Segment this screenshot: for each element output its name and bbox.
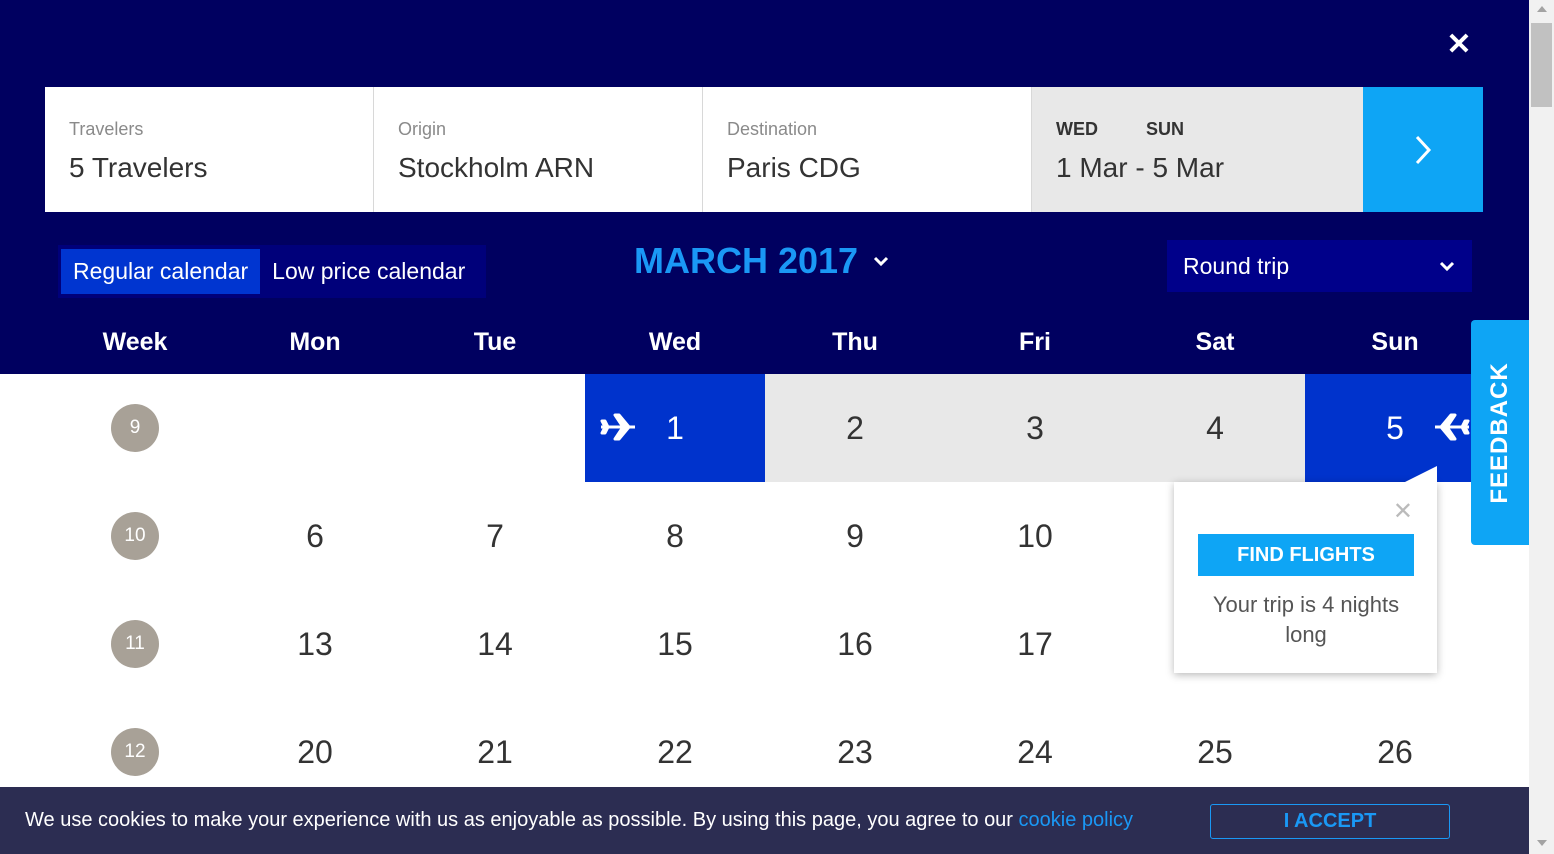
scrollbar-thumb[interactable]	[1531, 23, 1552, 107]
header-mon: Mon	[289, 328, 341, 356]
week-number: 12	[111, 728, 159, 776]
month-title: MARCH 2017	[634, 240, 859, 281]
header-fri: Fri	[1019, 328, 1051, 356]
plane-return-icon	[1435, 413, 1470, 441]
scroll-down-icon[interactable]	[1537, 840, 1547, 846]
regular-calendar-tab[interactable]: Regular calendar	[61, 249, 261, 294]
day-cell-return[interactable]: 5	[1305, 374, 1485, 482]
trip-type-value: Round trip	[1183, 252, 1290, 279]
weekday-header: Week Mon Tue Wed Thu Fri Sat Sun	[45, 328, 1485, 362]
chevron-down-icon	[874, 256, 889, 267]
search-panel: ✕ Travelers 5 Travelers Origin Stockholm…	[0, 0, 1529, 374]
cookie-text: We use cookies to make your experience w…	[25, 809, 1019, 831]
dates-field[interactable]: WED SUN 1 Mar - 5 Mar	[1032, 87, 1363, 212]
chevron-down-icon	[1439, 261, 1455, 272]
close-icon[interactable]: ✕	[1444, 30, 1474, 60]
header-thu: Thu	[832, 328, 878, 356]
day-cell[interactable]: 16	[765, 590, 945, 698]
day-cell[interactable]: 2	[765, 374, 945, 482]
return-day: SUN	[1146, 119, 1185, 139]
destination-label: Destination	[727, 119, 818, 139]
day-cell[interactable]: 3	[945, 374, 1125, 482]
travelers-label: Travelers	[69, 119, 144, 139]
day-cell[interactable]: 7	[405, 482, 585, 590]
cookie-policy-link[interactable]: cookie policy	[1019, 809, 1134, 831]
chevron-right-icon	[1415, 135, 1432, 164]
plane-outbound-icon	[600, 413, 635, 441]
accept-cookies-button[interactable]: I ACCEPT	[1210, 804, 1450, 839]
travelers-field[interactable]: Travelers 5 Travelers	[45, 87, 374, 212]
cookie-text-wrap: We use cookies to make your experience w…	[25, 809, 1133, 832]
week-number: 11	[111, 620, 159, 668]
month-selector[interactable]: MARCH 2017	[634, 240, 890, 282]
dates-value: 1 Mar - 5 Mar	[1056, 152, 1225, 183]
trip-length-message: Your trip is 4 nights long	[1212, 592, 1400, 647]
day-cell-outbound[interactable]: 1	[585, 374, 765, 482]
day-cell[interactable]: 10	[945, 482, 1125, 590]
day-cell[interactable]: 15	[585, 590, 765, 698]
header-sun: Sun	[1371, 328, 1419, 356]
feedback-tab[interactable]: FEEDBACK	[1471, 320, 1529, 545]
day-cell[interactable]: 14	[405, 590, 585, 698]
outbound-day: WED	[1056, 119, 1098, 139]
header-wed: Wed	[648, 328, 702, 356]
header-tue: Tue	[473, 328, 517, 356]
week-number: 9	[111, 404, 159, 452]
scroll-up-icon[interactable]	[1537, 6, 1547, 12]
day-number: 1	[666, 409, 684, 446]
popover-close-icon[interactable]: ✕	[1393, 500, 1413, 524]
trip-popover: ✕ FIND FLIGHTS Your trip is 4 nights lon…	[1174, 466, 1437, 673]
travelers-value: 5 Travelers	[69, 152, 208, 183]
feedback-label: FEEDBACK	[1486, 361, 1513, 504]
trip-type-select[interactable]: Round trip	[1167, 240, 1472, 292]
day-cell[interactable]: 17	[945, 590, 1125, 698]
day-cell[interactable]: 4	[1125, 374, 1305, 482]
week-number: 10	[111, 512, 159, 560]
search-next-button[interactable]	[1363, 87, 1483, 212]
origin-value: Stockholm ARN	[398, 152, 595, 183]
popover-arrow	[1405, 466, 1437, 482]
calendar-toggle: Regular calendar Low price calendar	[58, 245, 486, 298]
search-bar: Travelers 5 Travelers Origin Stockholm A…	[45, 87, 1485, 212]
day-cell[interactable]: 6	[225, 482, 405, 590]
cookie-banner: We use cookies to make your experience w…	[0, 787, 1529, 854]
destination-field[interactable]: Destination Paris CDG	[703, 87, 1032, 212]
origin-label: Origin	[398, 119, 447, 139]
day-cell[interactable]: 8	[585, 482, 765, 590]
low-price-calendar-tab[interactable]: Low price calendar	[260, 249, 477, 294]
destination-value: Paris CDG	[727, 152, 861, 183]
header-week: Week	[102, 328, 168, 356]
day-number: 5	[1386, 409, 1404, 446]
find-flights-button[interactable]: FIND FLIGHTS	[1198, 534, 1414, 576]
day-cell[interactable]: 9	[765, 482, 945, 590]
header-sat: Sat	[1195, 328, 1235, 356]
dates-days: WED SUN	[1056, 119, 1339, 140]
origin-field[interactable]: Origin Stockholm ARN	[374, 87, 703, 212]
day-cell[interactable]: 13	[225, 590, 405, 698]
scrollbar[interactable]	[1529, 0, 1554, 854]
